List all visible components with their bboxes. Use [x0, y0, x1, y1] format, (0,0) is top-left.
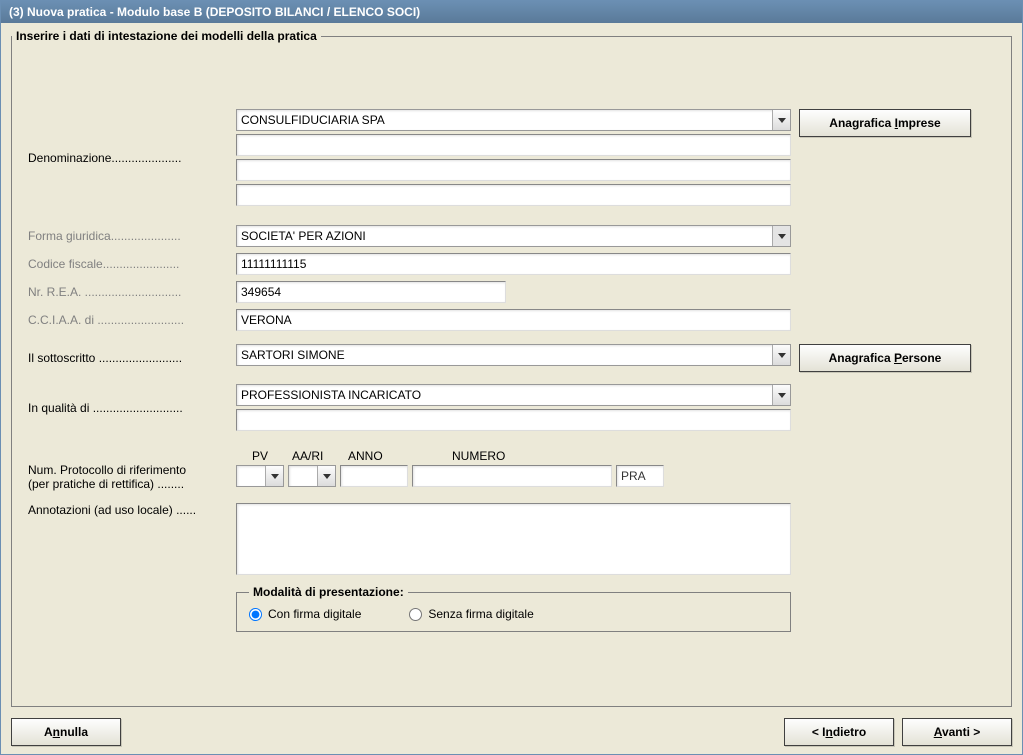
protocollo-headers: PV AA/RI ANNO NUMERO [236, 449, 664, 463]
denominazione-line2[interactable] [236, 134, 791, 156]
label-sottoscritto: Il sottoscritto ........................… [28, 351, 236, 365]
radio-con-firma-input[interactable] [249, 608, 262, 621]
label-in-qualita-di: In qualità di ..........................… [28, 401, 236, 415]
window-content: Inserire i dati di intestazione dei mode… [1, 23, 1022, 717]
radio-senza-firma-input[interactable] [409, 608, 422, 621]
protocollo-pv-combo[interactable] [236, 465, 284, 487]
chevron-down-icon[interactable] [317, 466, 335, 486]
wizard-window: (3) Nuova pratica - Modulo base B (DEPOS… [0, 0, 1023, 755]
header-numero: NUMERO [420, 449, 590, 463]
window-title: (3) Nuova pratica - Modulo base B (DEPOS… [9, 5, 420, 19]
radio-senza-firma[interactable]: Senza firma digitale [409, 607, 533, 621]
modalita-legend: Modalità di presentazione: [249, 585, 408, 599]
denominazione-value: CONSULFIDUCIARIA SPA [237, 110, 772, 130]
protocollo-suffix [616, 465, 664, 487]
protocollo-aari-combo[interactable] [288, 465, 336, 487]
sottoscritto-value: SARTORI SIMONE [237, 345, 772, 365]
anagrafica-persone-button[interactable]: Anagrafica Persone [799, 344, 971, 372]
cciaa-di-input[interactable] [236, 309, 791, 331]
label-denominazione: Denominazione..................... [28, 151, 236, 165]
in-qualita-di-value: PROFESSIONISTA INCARICATO [237, 385, 772, 405]
back-button[interactable]: < Indietro [784, 718, 894, 746]
label-cciaa-di: C.C.I.A.A. di .......................... [28, 313, 236, 327]
modalita-fieldset: Modalità di presentazione: Con firma dig… [236, 585, 791, 632]
denominazione-combo[interactable]: CONSULFIDUCIARIA SPA [236, 109, 791, 131]
label-forma-giuridica: Forma giuridica..................... [28, 229, 236, 243]
nr-rea-input[interactable] [236, 281, 506, 303]
label-nr-rea: Nr. R.E.A. ............................. [28, 285, 236, 299]
chevron-down-icon [772, 226, 790, 246]
protocollo-numero-input[interactable] [412, 465, 612, 487]
next-button[interactable]: Avanti > [902, 718, 1012, 746]
chevron-down-icon[interactable] [772, 385, 790, 405]
window-titlebar: (3) Nuova pratica - Modulo base B (DEPOS… [1, 1, 1022, 23]
cancel-button[interactable]: Annulla [11, 718, 121, 746]
chevron-down-icon[interactable] [265, 466, 283, 486]
chevron-down-icon[interactable] [772, 345, 790, 365]
in-qualita-di-extra-input[interactable] [236, 409, 791, 431]
chevron-down-icon[interactable] [772, 110, 790, 130]
header-pv: PV [236, 449, 288, 463]
wizard-footer: Annulla < Indietro Avanti > [11, 718, 1012, 746]
label-num-protocollo: Num. Protocollo di riferimento (per prat… [28, 449, 236, 491]
forma-giuridica-value: SOCIETA' PER AZIONI [237, 226, 772, 246]
label-codice-fiscale: Codice fiscale....................... [28, 257, 236, 271]
protocollo-anno-input[interactable] [340, 465, 408, 487]
main-fieldset: Inserire i dati di intestazione dei mode… [11, 29, 1012, 707]
denominazione-line4[interactable] [236, 184, 791, 206]
forma-giuridica-combo: SOCIETA' PER AZIONI [236, 225, 791, 247]
annotazioni-textarea[interactable] [236, 503, 791, 575]
in-qualita-di-combo[interactable]: PROFESSIONISTA INCARICATO [236, 384, 791, 406]
main-fieldset-legend: Inserire i dati di intestazione dei mode… [12, 29, 321, 43]
label-annotazioni: Annotazioni (ad uso locale) ...... [28, 503, 236, 517]
radio-con-firma[interactable]: Con firma digitale [249, 607, 361, 621]
codice-fiscale-input[interactable] [236, 253, 791, 275]
header-anno: ANNO [346, 449, 420, 463]
header-aa-ri: AA/RI [288, 449, 346, 463]
sottoscritto-combo[interactable]: SARTORI SIMONE [236, 344, 791, 366]
anagrafica-imprese-button[interactable]: Anagrafica Imprese [799, 109, 971, 137]
denominazione-line3[interactable] [236, 159, 791, 181]
